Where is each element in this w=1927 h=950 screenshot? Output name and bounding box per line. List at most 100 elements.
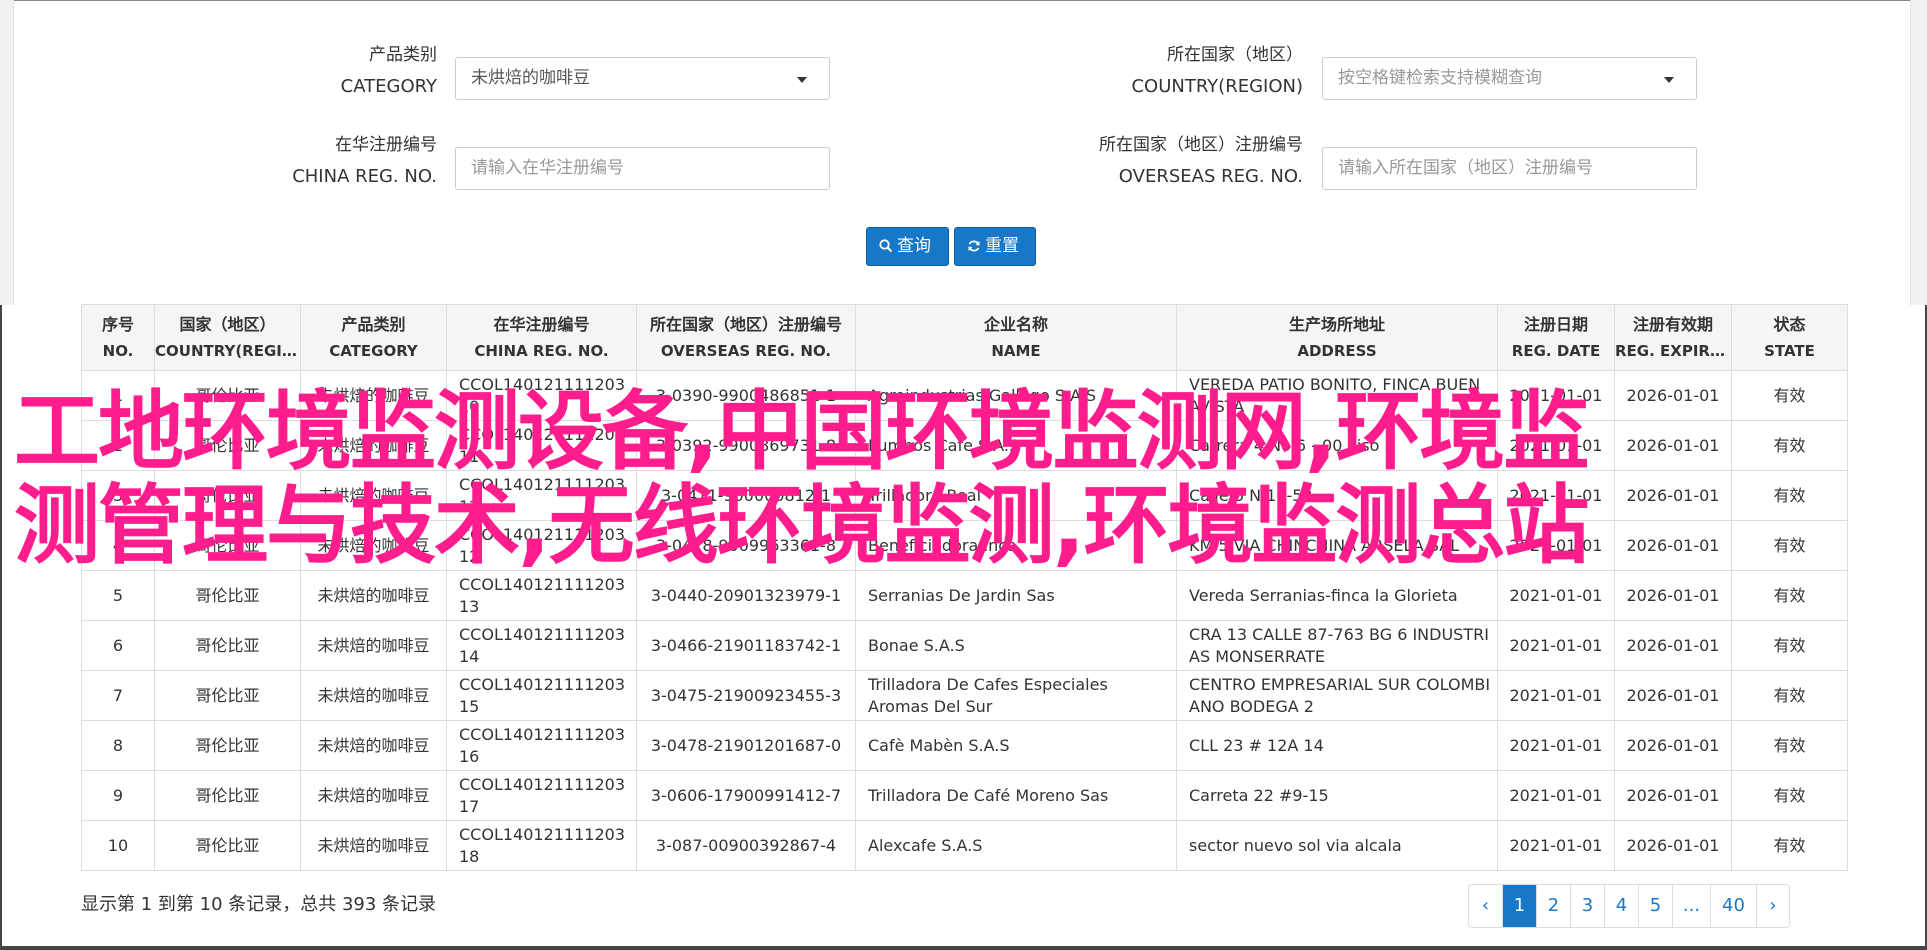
cell-china-reg: CCOL14012111120316 <box>446 720 637 771</box>
page-4-button[interactable]: 4 <box>1604 885 1638 927</box>
cell-overseas-reg: 3-0440-20901323979-1 <box>636 570 856 621</box>
cell-overseas-reg: 3-0466-21901183742-1 <box>636 620 856 671</box>
cell-china-reg: CCOL14012111120313 <box>446 570 637 621</box>
table-row[interactable]: 10 哥伦比亚 未烘焙的咖啡豆 CCOL14012111120318 3-087-009… <box>81 820 1848 871</box>
cell-name: Trilladora De Café Moreno Sas <box>855 770 1177 821</box>
cell-address: CLL 23 # 12A 14 <box>1176 720 1498 771</box>
cell-address: CRA 13 CALLE 87-763 BG 6 INDUSTRIAS MONS… <box>1176 620 1498 671</box>
cell-country: 哥伦比亚 <box>154 670 301 721</box>
chevron-down-icon <box>1664 77 1674 83</box>
cell-category: 未烘焙的咖啡豆 <box>300 820 447 871</box>
cell-china-reg: CCOL14012111120315 <box>446 670 637 721</box>
page-40-button[interactable]: 40 <box>1710 885 1756 927</box>
reset-button[interactable]: 重置 <box>954 227 1036 266</box>
cell-state: 有效 <box>1731 770 1848 821</box>
china-reg-input[interactable]: 请输入在华注册编号 <box>455 147 830 190</box>
header-name[interactable]: 企业名称 NAME <box>855 304 1177 371</box>
cell-no: 8 <box>81 720 155 771</box>
table-row[interactable]: 6 哥伦比亚 未烘焙的咖啡豆 CCOL14012111120314 3-0466-219… <box>81 620 1848 671</box>
cell-reg-expire: 2026-01-01 <box>1614 670 1732 721</box>
cell-category: 未烘焙的咖啡豆 <box>300 670 447 721</box>
page-5-button[interactable]: 5 <box>1638 885 1672 927</box>
cell-overseas-reg: 3-0475-21900923455-3 <box>636 670 856 721</box>
cell-name: Alexcafe S.A.S <box>855 820 1177 871</box>
cell-address: sector nuevo sol via alcala <box>1176 820 1498 871</box>
table-row[interactable]: 8 哥伦比亚 未烘焙的咖啡豆 CCOL14012111120316 3-0478-219… <box>81 720 1848 771</box>
search-button[interactable]: 查询 <box>866 227 949 266</box>
left-scroll-edge <box>0 0 14 305</box>
cell-country: 哥伦比亚 <box>154 820 301 871</box>
header-reg-expire[interactable]: 注册有效期 REG. EXPIRE … <box>1614 304 1732 371</box>
right-scroll-edge <box>1910 0 1927 305</box>
header-no[interactable]: 序号 NO. <box>81 304 155 371</box>
table-row[interactable]: 9 哥伦比亚 未烘焙的咖啡豆 CCOL14012111120317 3-0606-179… <box>81 770 1848 821</box>
cell-state: 有效 <box>1731 820 1848 871</box>
records-summary: 显示第 1 到第 10 条记录，总共 393 条记录 <box>81 894 437 915</box>
cell-overseas-reg: 3-0606-17900991412-7 <box>636 770 856 821</box>
header-overseas-reg[interactable]: 所在国家（地区）注册编号 OVERSEAS REG. NO. <box>636 304 856 371</box>
header-reg-date[interactable]: 注册日期 REG. DATE <box>1497 304 1615 371</box>
cell-reg-expire: 2026-01-01 <box>1614 820 1732 871</box>
cell-no: 9 <box>81 770 155 821</box>
cell-category: 未烘焙的咖啡豆 <box>300 720 447 771</box>
cell-name: Serranias De Jardin Sas <box>855 570 1177 621</box>
category-select[interactable]: 未烘焙的咖啡豆 <box>455 57 830 100</box>
cell-country: 哥伦比亚 <box>154 570 301 621</box>
header-category[interactable]: 产品类别 CATEGORY <box>300 304 447 371</box>
china-reg-label: 在华注册编号 CHINA REG. NO. <box>292 135 437 187</box>
table-row[interactable]: 7 哥伦比亚 未烘焙的咖啡豆 CCOL14012111120315 3-0475-219… <box>81 670 1848 721</box>
cell-name: Cafè Mabèn S.A.S <box>855 720 1177 771</box>
cell-china-reg: CCOL14012111120318 <box>446 820 637 871</box>
cell-reg-date: 2021-01-01 <box>1497 720 1615 771</box>
page-1-button[interactable]: 1 <box>1502 885 1536 927</box>
cell-category: 未烘焙的咖啡豆 <box>300 620 447 671</box>
cell-address: Vereda Serranias-finca la Glorieta <box>1176 570 1498 621</box>
chevron-down-icon <box>797 77 807 83</box>
page-ellipsis[interactable]: ... <box>1672 885 1710 927</box>
cell-overseas-reg: 3-087-00900392867-4 <box>636 820 856 871</box>
cell-no: 6 <box>81 620 155 671</box>
cell-reg-expire: 2026-01-01 <box>1614 720 1732 771</box>
cell-reg-date: 2021-01-01 <box>1497 670 1615 721</box>
cell-country: 哥伦比亚 <box>154 720 301 771</box>
cell-name: Trilladora De Cafes Especiales Aromas De… <box>855 670 1177 721</box>
cell-no: 10 <box>81 820 155 871</box>
country-label: 所在国家（地区） COUNTRY(REGION) <box>1131 45 1303 97</box>
page-2-button[interactable]: 2 <box>1536 885 1570 927</box>
cell-state: 有效 <box>1731 670 1848 721</box>
cell-name: Bonae S.A.S <box>855 620 1177 671</box>
cell-country: 哥伦比亚 <box>154 770 301 821</box>
cell-reg-date: 2021-01-01 <box>1497 770 1615 821</box>
cell-state: 有效 <box>1731 620 1848 671</box>
table-row[interactable]: 5 哥伦比亚 未烘焙的咖啡豆 CCOL14012111120313 3-0440-209… <box>81 570 1848 621</box>
country-select[interactable]: 按空格键检索支持模糊查询 <box>1322 57 1697 100</box>
prev-page-button[interactable]: ‹ <box>1469 885 1502 927</box>
cell-reg-date: 2021-01-01 <box>1497 820 1615 871</box>
overlay-banner-text: 工地环境监测设备,中国环境监测网,环境监 测管理与技术,无线环境监测,环境监测总… <box>14 382 1589 576</box>
cell-country: 哥伦比亚 <box>154 620 301 671</box>
cell-reg-expire: 2026-01-01 <box>1614 770 1732 821</box>
header-china-reg[interactable]: 在华注册编号 CHINA REG. NO. <box>446 304 637 371</box>
refresh-icon <box>968 240 980 252</box>
cell-state: 有效 <box>1731 720 1848 771</box>
overseas-reg-label: 所在国家（地区）注册编号 OVERSEAS REG. NO. <box>1099 135 1303 187</box>
cell-state: 有效 <box>1731 570 1848 621</box>
header-address[interactable]: 生产场所地址 ADDRESS <box>1176 304 1498 371</box>
cell-category: 未烘焙的咖啡豆 <box>300 570 447 621</box>
header-state[interactable]: 状态 STATE <box>1731 304 1848 371</box>
page-3-button[interactable]: 3 <box>1570 885 1604 927</box>
cell-reg-date: 2021-01-01 <box>1497 570 1615 621</box>
cell-reg-expire: 2026-01-01 <box>1614 570 1732 621</box>
overseas-reg-input[interactable]: 请输入所在国家（地区）注册编号 <box>1322 147 1697 190</box>
header-country[interactable]: 国家（地区） COUNTRY(REGIO… <box>154 304 301 371</box>
cell-category: 未烘焙的咖啡豆 <box>300 770 447 821</box>
cell-address: Carreta 22 #9-15 <box>1176 770 1498 821</box>
cell-reg-date: 2021-01-01 <box>1497 620 1615 671</box>
bottom-border <box>0 946 1927 950</box>
search-icon <box>879 239 893 253</box>
cell-overseas-reg: 3-0478-21901201687-0 <box>636 720 856 771</box>
table-header-row: 序号 NO. 国家（地区） COUNTRY(REGIO… 产品类别 CATEGORY … <box>81 304 1848 371</box>
cell-no: 5 <box>81 570 155 621</box>
next-page-button[interactable]: › <box>1756 885 1789 927</box>
category-label: 产品类别 CATEGORY <box>340 45 437 97</box>
